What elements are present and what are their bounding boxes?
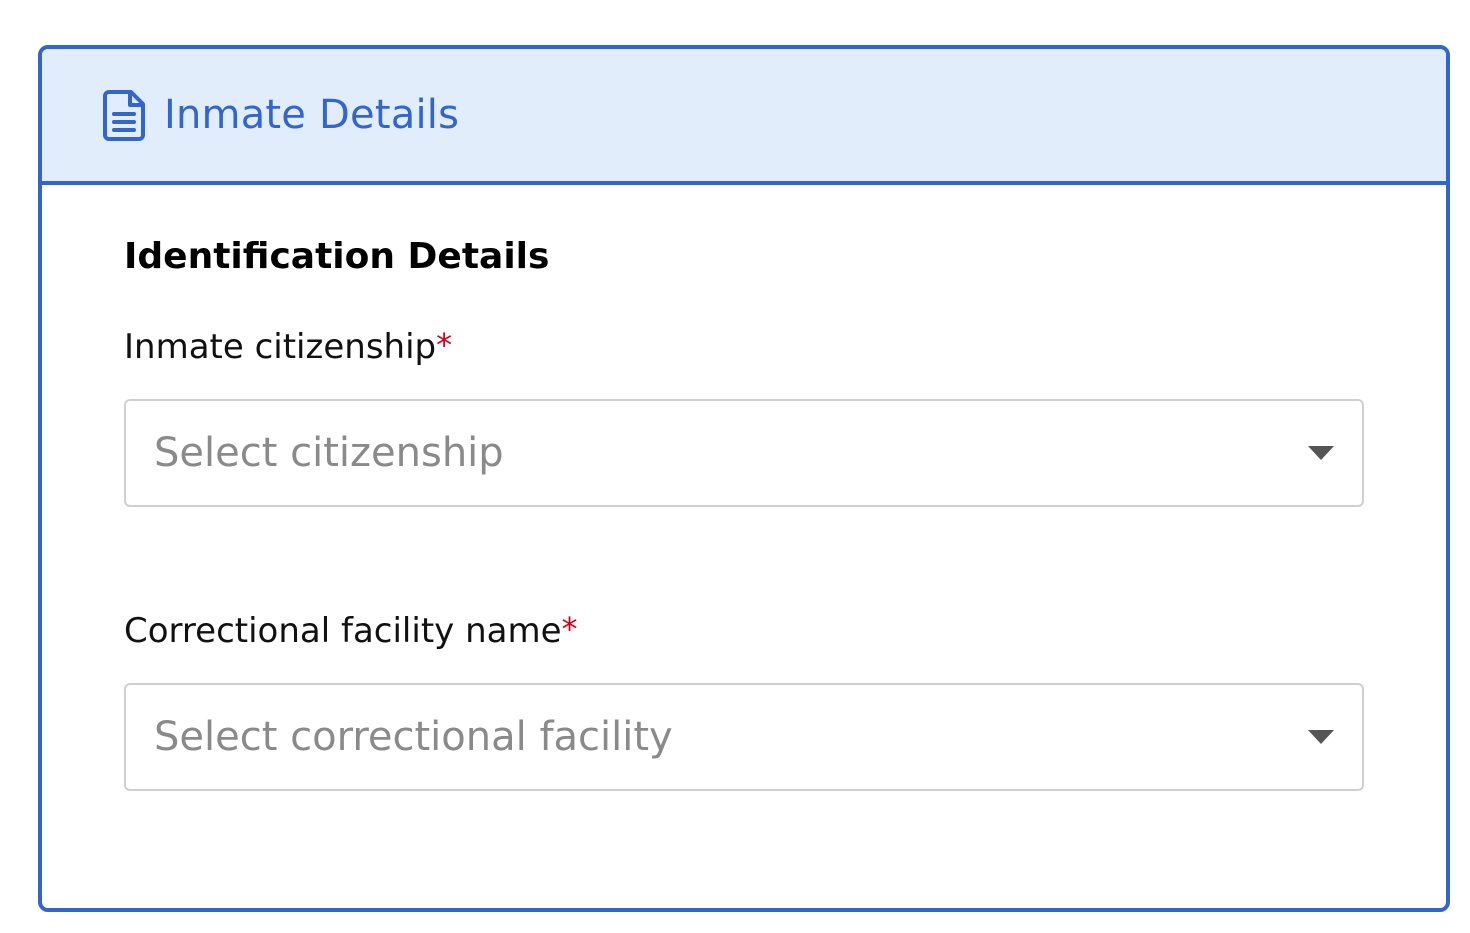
citizenship-label-text: Inmate citizenship (124, 327, 437, 367)
citizenship-label: Inmate citizenship* (124, 325, 1364, 369)
citizenship-select[interactable]: Select citizenship (124, 399, 1364, 507)
facility-select-placeholder: Select correctional facility (154, 714, 673, 760)
facility-select[interactable]: Select correctional facility (124, 683, 1364, 791)
section-title: Identification Details (124, 236, 550, 277)
facility-label: Correctional facility name* (124, 609, 1364, 653)
required-mark: * (436, 326, 453, 364)
required-mark: * (561, 610, 578, 648)
card-body: Identification Details Inmate citizenshi… (42, 185, 1446, 791)
inmate-details-card: Inmate Details Identification Details In… (38, 45, 1450, 912)
facility-label-text: Correctional facility name (124, 611, 562, 651)
chevron-down-icon (1308, 730, 1334, 744)
chevron-down-icon (1308, 446, 1334, 460)
document-icon (103, 89, 147, 141)
card-header: Inmate Details (42, 49, 1446, 185)
citizenship-select-placeholder: Select citizenship (154, 430, 504, 476)
card-title: Inmate Details (164, 92, 460, 138)
